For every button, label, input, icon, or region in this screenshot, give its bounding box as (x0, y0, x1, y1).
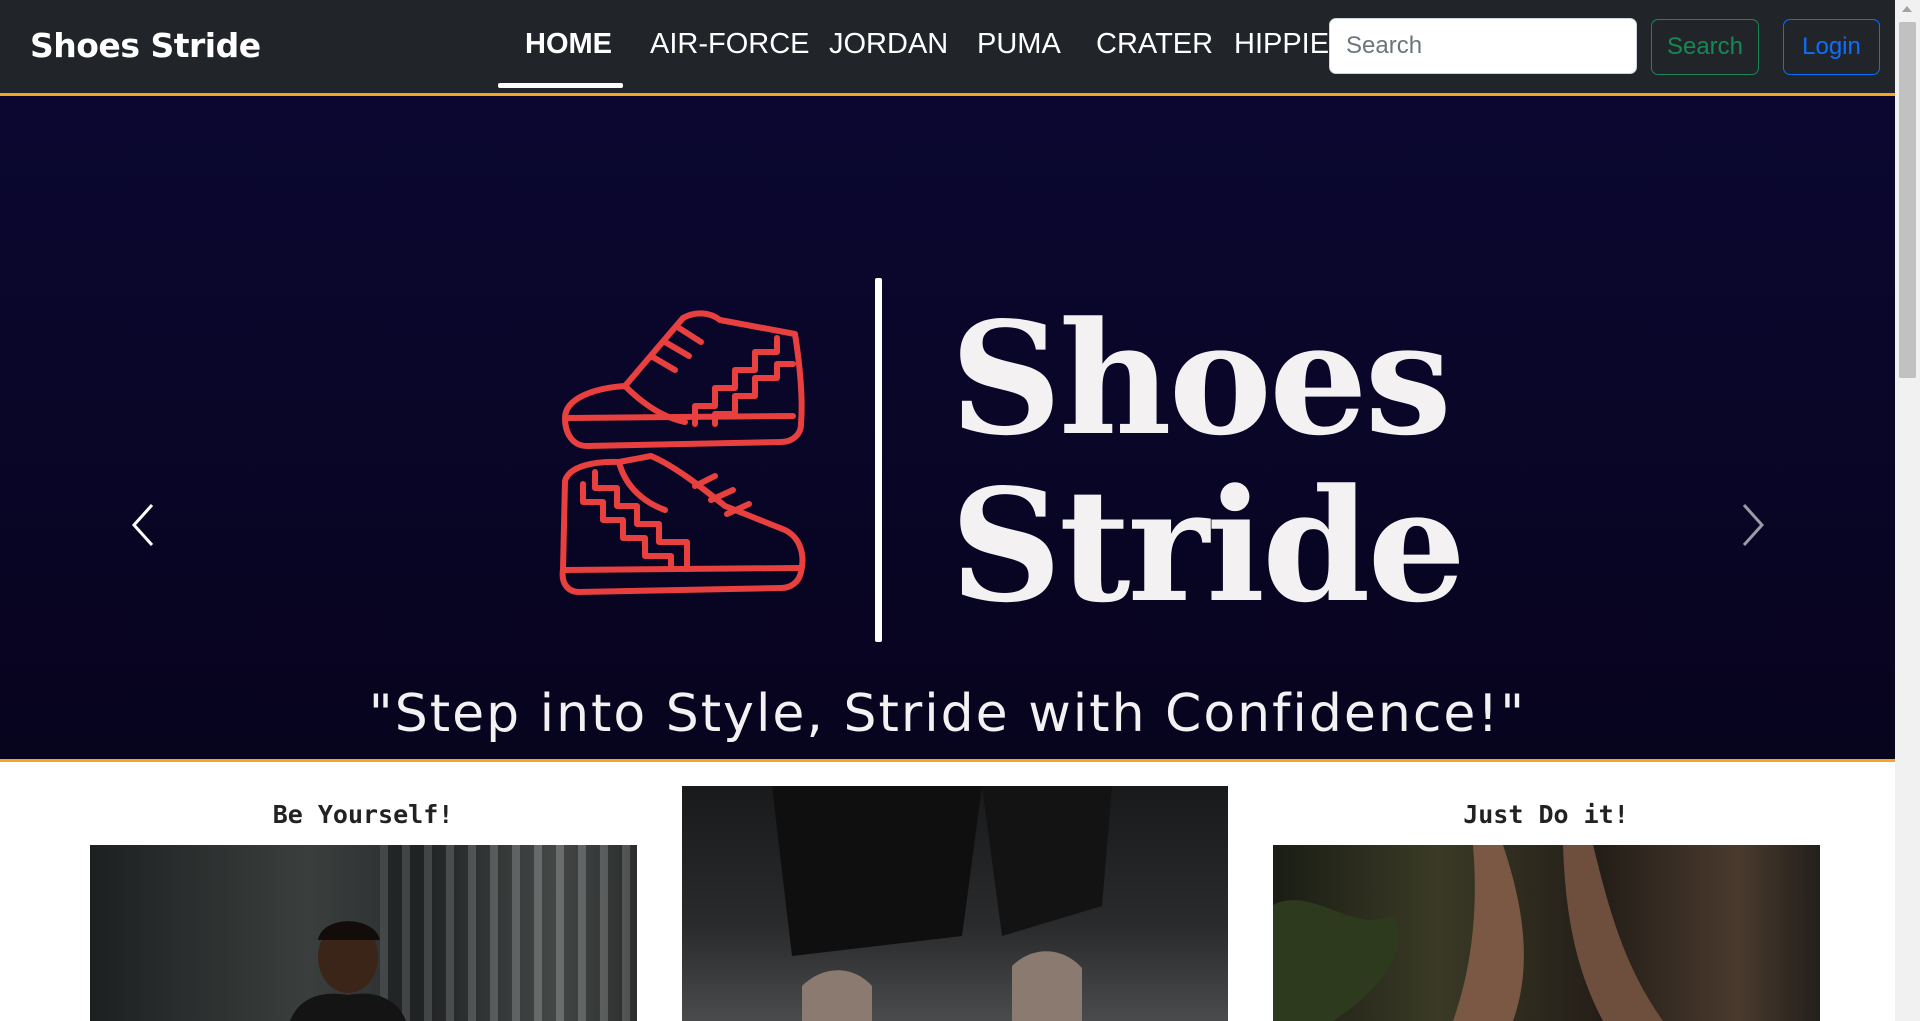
card-title-just-do-it: Just Do it! (1463, 800, 1629, 829)
card-image-be-yourself (90, 845, 637, 1021)
page-scrollbar[interactable] (1895, 0, 1920, 1021)
nav-item-hippie[interactable]: HIPPIE (1234, 28, 1329, 61)
scrollbar-thumb[interactable] (1899, 22, 1916, 378)
hero-carousel: Shoes Stride "Step into Style, Stride wi… (0, 96, 1895, 817)
scroll-up-icon[interactable] (1902, 6, 1912, 12)
legs-foliage-icon (1273, 845, 1663, 1021)
legs-silhouette-icon (772, 786, 1112, 1021)
nav-item-puma[interactable]: PUMA (977, 28, 1061, 61)
navbar: Shoes Stride HOME AIR-FORCE JORDAN PUMA … (0, 0, 1895, 96)
hero-title-line-2: Stride (950, 454, 1466, 637)
nav-active-underline (498, 83, 623, 88)
card-title-be-yourself: Be Yourself! (272, 800, 454, 829)
nav-item-home[interactable]: HOME (525, 28, 612, 61)
chevron-right-icon[interactable] (1738, 501, 1768, 549)
nav-item-crater[interactable]: CRATER (1096, 28, 1213, 61)
brand-logo-text[interactable]: Shoes Stride (30, 26, 261, 65)
card-image-sneaker-closeup (682, 786, 1228, 1021)
nav-item-jordan[interactable]: JORDAN (829, 28, 948, 61)
logo-divider (875, 278, 882, 642)
sneakers-logo-icon (559, 310, 806, 595)
chevron-left-icon[interactable] (128, 501, 158, 549)
hero-title-line-1: Shoes (950, 287, 1452, 470)
person-silhouette-icon (290, 921, 406, 1021)
nav-item-air-force[interactable]: AIR-FORCE (650, 28, 810, 61)
login-button[interactable]: Login (1783, 19, 1880, 75)
card-image-just-do-it (1273, 845, 1820, 1021)
hero-tagline: "Step into Style, Stride with Confidence… (368, 684, 1527, 744)
search-input[interactable] (1329, 18, 1637, 74)
search-button[interactable]: Search (1651, 19, 1759, 75)
